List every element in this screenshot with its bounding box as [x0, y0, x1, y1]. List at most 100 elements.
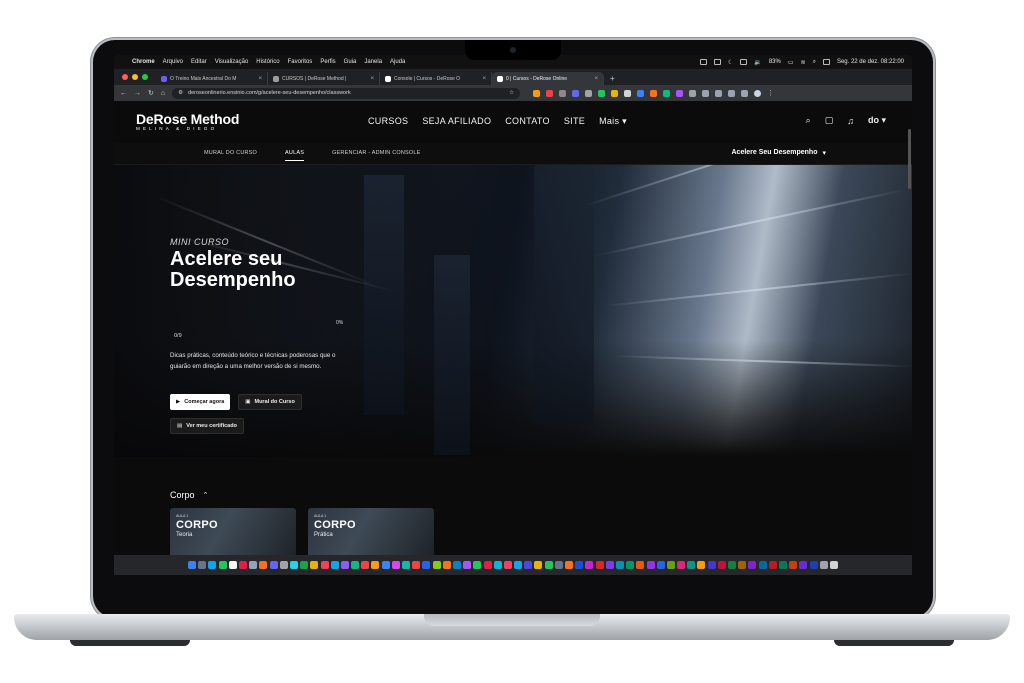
dock-app-icon[interactable] — [249, 561, 258, 569]
dock-app-icon[interactable] — [391, 561, 400, 569]
status-icon[interactable] — [740, 59, 748, 65]
maximize-window-icon[interactable] — [142, 74, 148, 80]
extension-icon[interactable] — [689, 89, 697, 97]
battery-icon[interactable]: ▭ — [788, 59, 794, 66]
menu-arquivo[interactable]: Arquivo — [163, 59, 183, 65]
browser-tab[interactable]: Console | Cursos - DeRose O × — [380, 72, 492, 85]
dock-app-icon[interactable] — [799, 561, 808, 569]
dock-app-icon[interactable] — [452, 561, 461, 569]
dock-app-icon[interactable] — [666, 561, 675, 569]
dock-app-icon[interactable] — [646, 561, 655, 569]
close-window-icon[interactable] — [122, 74, 128, 80]
back-icon[interactable]: ← — [120, 90, 127, 97]
dock-app-icon[interactable] — [738, 561, 747, 569]
dock-app-icon[interactable] — [300, 561, 309, 569]
extension-icon[interactable] — [741, 89, 749, 97]
user-menu[interactable]: do ▾ — [868, 115, 886, 126]
close-tab-icon[interactable]: × — [482, 76, 486, 82]
home-icon[interactable]: ⌂ — [161, 90, 165, 97]
cart-icon[interactable]: ▢ — [825, 115, 834, 126]
extension-icon[interactable] — [598, 89, 606, 97]
dock-app-icon[interactable] — [188, 561, 197, 569]
nav-mais[interactable]: Mais ▾ — [599, 116, 627, 127]
extension-icon[interactable] — [676, 89, 684, 97]
dock-app-icon[interactable] — [565, 561, 574, 569]
dock-app-icon[interactable] — [320, 561, 329, 569]
dock-app-icon[interactable] — [687, 561, 696, 569]
view-certificate-button[interactable]: ▤ Ver meu certificado — [170, 418, 244, 434]
volume-icon[interactable]: 🔉 — [754, 59, 761, 66]
dock-app-icon[interactable] — [534, 561, 543, 569]
dock-app-icon[interactable] — [422, 561, 431, 569]
dock-app-icon[interactable] — [218, 561, 227, 569]
wifi-icon[interactable]: ≋ — [801, 59, 806, 66]
dock-app-icon[interactable] — [473, 561, 482, 569]
bookmark-star-icon[interactable]: ☆ — [509, 90, 514, 96]
menu-favoritos[interactable]: Favoritos — [288, 59, 313, 65]
close-tab-icon[interactable]: × — [370, 76, 374, 82]
menu-kebab-icon[interactable]: ⋮ — [767, 89, 774, 97]
dock-app-icon[interactable] — [514, 561, 523, 569]
dock-app-icon[interactable] — [595, 561, 604, 569]
menu-app-name[interactable]: Chrome — [132, 59, 155, 65]
extension-icon[interactable] — [533, 89, 541, 97]
dock-app-icon[interactable] — [748, 561, 757, 569]
dock-app-icon[interactable] — [208, 561, 217, 569]
browser-tab-active[interactable]: 0 | Cursos - DeRose Online × — [492, 72, 604, 85]
dock-app-icon[interactable] — [636, 561, 645, 569]
dock-app-icon[interactable] — [483, 561, 492, 569]
dock-app-icon[interactable] — [239, 561, 248, 569]
module-header[interactable]: Corpo ⌃ — [170, 490, 208, 500]
extension-icon[interactable] — [624, 89, 632, 97]
tab-gerenciar-admin-console[interactable]: GERENCIAR - ADMIN CONSOLE — [332, 150, 420, 161]
dock-app-icon[interactable] — [656, 561, 665, 569]
site-logo[interactable]: DeRose Method MELINA & DIEGO — [136, 111, 239, 131]
extension-icon[interactable] — [585, 89, 593, 97]
dock-app-icon[interactable] — [544, 561, 553, 569]
dock-app-icon[interactable] — [778, 561, 787, 569]
dock-app-icon[interactable] — [809, 561, 818, 569]
control-center-icon[interactable] — [822, 59, 830, 65]
bell-icon[interactable]: ♫ — [847, 116, 854, 126]
battery-percent[interactable]: 83% — [769, 59, 781, 65]
extension-icon[interactable] — [546, 89, 554, 97]
menubar-datetime[interactable]: Seg. 22 de dez. 08:22:00 — [837, 59, 904, 65]
dock-app-icon[interactable] — [575, 561, 584, 569]
dock-app-icon[interactable] — [626, 561, 635, 569]
dock-app-icon[interactable] — [330, 561, 339, 569]
extension-icon[interactable] — [728, 89, 736, 97]
dock-app-icon[interactable] — [789, 561, 798, 569]
menu-historico[interactable]: Histórico — [256, 59, 279, 65]
new-tab-icon[interactable]: + — [604, 74, 621, 85]
dock-app-icon[interactable] — [605, 561, 614, 569]
dock-app-icon[interactable] — [677, 561, 686, 569]
dock-app-icon[interactable] — [524, 561, 533, 569]
dock-app-icon[interactable] — [361, 561, 370, 569]
browser-tab[interactable]: O Treino Mais Ancestral Do M × — [156, 72, 268, 85]
dock-app-icon[interactable] — [829, 561, 838, 569]
dock-app-icon[interactable] — [432, 561, 441, 569]
dock-app-icon[interactable] — [554, 561, 563, 569]
dock-app-icon[interactable] — [279, 561, 288, 569]
moon-icon[interactable]: ☾ — [728, 59, 733, 66]
site-info-icon[interactable]: ⚙ — [178, 90, 183, 96]
dock-app-icon[interactable] — [463, 561, 472, 569]
lesson-card[interactable]: AULA 1 CORPO Prática — [308, 508, 434, 555]
status-icon[interactable] — [699, 59, 707, 65]
dock-app-icon[interactable] — [697, 561, 706, 569]
minimize-window-icon[interactable] — [132, 74, 138, 80]
menu-guia[interactable]: Guia — [344, 59, 357, 65]
dock-app-icon[interactable] — [269, 561, 278, 569]
extension-icon[interactable] — [572, 89, 580, 97]
url-text[interactable]: deroseonlinerio.ensinio.com/g/acelere-se… — [188, 90, 504, 96]
dock-app-icon[interactable] — [585, 561, 594, 569]
dock-app-icon[interactable] — [259, 561, 268, 569]
menu-perfis[interactable]: Perfis — [320, 59, 335, 65]
extension-icon[interactable] — [611, 89, 619, 97]
menu-janela[interactable]: Janela — [364, 59, 382, 65]
lesson-card[interactable]: AULA 1 CORPO Teoria — [170, 508, 296, 555]
profile-avatar-icon[interactable] — [754, 89, 762, 97]
status-icon[interactable] — [713, 59, 721, 65]
close-tab-icon[interactable]: × — [594, 76, 598, 82]
nav-site[interactable]: SITE — [564, 116, 585, 127]
